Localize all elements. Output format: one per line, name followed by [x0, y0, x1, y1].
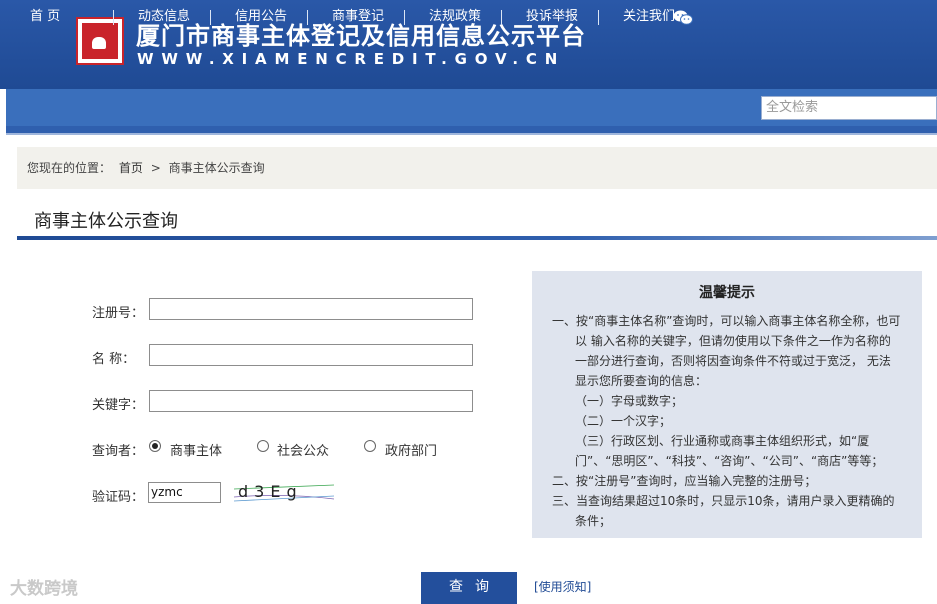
tip-line: （二）一个汉字；	[575, 414, 672, 428]
captcha-label: 验证码：	[92, 490, 145, 505]
nav-divider	[404, 10, 405, 25]
tip-line: 显示您所要查询的信息：	[575, 374, 708, 388]
header-band	[6, 126, 937, 133]
page-title: 商事主体公示查询	[34, 211, 178, 232]
querier-label: 查询者：	[92, 444, 145, 459]
header-band-stripe	[6, 133, 937, 135]
usage-notice-link[interactable]: [使用须知]	[534, 578, 591, 595]
keyword-input[interactable]	[149, 390, 473, 412]
nav-follow-us[interactable]: 关注我们	[623, 0, 675, 37]
captcha-text: d3Eg	[238, 482, 303, 501]
tip-line: 一部分进行查询，否则将因查询条件不符或过于宽泛， 无法	[575, 354, 891, 368]
tips-panel: 温馨提示 一、按“商事主体名称”查询时，可以输入商事主体名称全称，也可 以 输入…	[532, 271, 922, 538]
tip-line: 门”、“思明区”、“科技”、“咨询”、“公司”、“商店”等等；	[575, 454, 884, 468]
site-url: WWW.XIAMENCREDIT.GOV.CN	[137, 50, 566, 68]
nav-divider	[210, 10, 211, 25]
tip-line: 三、当查询结果超过10条时，只显示10条，请用户录入更精确的	[552, 494, 895, 508]
tips-title: 温馨提示	[699, 285, 755, 301]
name-input[interactable]	[149, 344, 473, 366]
captcha-image[interactable]: d3Eg	[234, 481, 334, 505]
radio-public[interactable]	[257, 440, 269, 452]
nav-registration[interactable]: 商事登记	[332, 0, 384, 37]
reg-number-label: 注册号：	[92, 306, 145, 321]
tip-line: （三）行政区划、行业通称或商事主体组织形式，如“厦	[575, 434, 870, 448]
site-logo[interactable]	[76, 17, 124, 65]
watermark: 大数跨境	[10, 579, 78, 599]
fulltext-search-input[interactable]: 全文检索	[761, 96, 937, 120]
radio-business-entity[interactable]	[149, 440, 161, 452]
wechat-icon[interactable]	[673, 10, 693, 25]
breadcrumb-current: 商事主体公示查询	[168, 161, 265, 175]
nav-divider	[113, 10, 114, 25]
radio-business-entity-label: 商事主体	[170, 444, 223, 459]
radio-government-label: 政府部门	[385, 444, 438, 459]
nav-credit-notice[interactable]: 信用公告	[235, 0, 287, 37]
query-button[interactable]: 查询	[421, 572, 517, 604]
breadcrumb-home[interactable]: 首页	[119, 161, 143, 175]
nav-divider	[501, 10, 502, 25]
nav-complaints[interactable]: 投诉举报	[526, 0, 578, 37]
name-label: 名 称：	[92, 352, 136, 367]
nav-divider	[307, 10, 308, 25]
keyword-label: 关键字：	[92, 398, 145, 413]
nav-regulations[interactable]: 法规政策	[429, 0, 481, 37]
tip-line: 以 输入名称的关键字，但请勿使用以下条件之一作为名称的	[575, 334, 891, 348]
tip-line: 条件；	[575, 514, 612, 528]
nav-news[interactable]: 动态信息	[138, 0, 190, 37]
breadcrumb: 您现在的位置： 首页 > 商事主体公示查询	[17, 147, 937, 189]
radio-government[interactable]	[364, 440, 376, 452]
radio-public-label: 社会公众	[277, 444, 330, 459]
tip-line: 一、按“商事主体名称”查询时，可以输入商事主体名称全称，也可	[552, 314, 901, 328]
tip-line: （一）字母或数字；	[575, 394, 684, 408]
nav-home[interactable]: 首 页	[30, 0, 60, 37]
title-rule	[17, 236, 937, 240]
breadcrumb-prefix: 您现在的位置：	[27, 161, 112, 175]
tip-line: 二、按“注册号”查询时，应当输入完整的注册号；	[552, 474, 817, 488]
nav-divider	[598, 10, 599, 25]
captcha-input[interactable]: yzmc	[148, 482, 221, 503]
breadcrumb-separator: >	[150, 161, 161, 175]
reg-number-input[interactable]	[149, 298, 473, 320]
